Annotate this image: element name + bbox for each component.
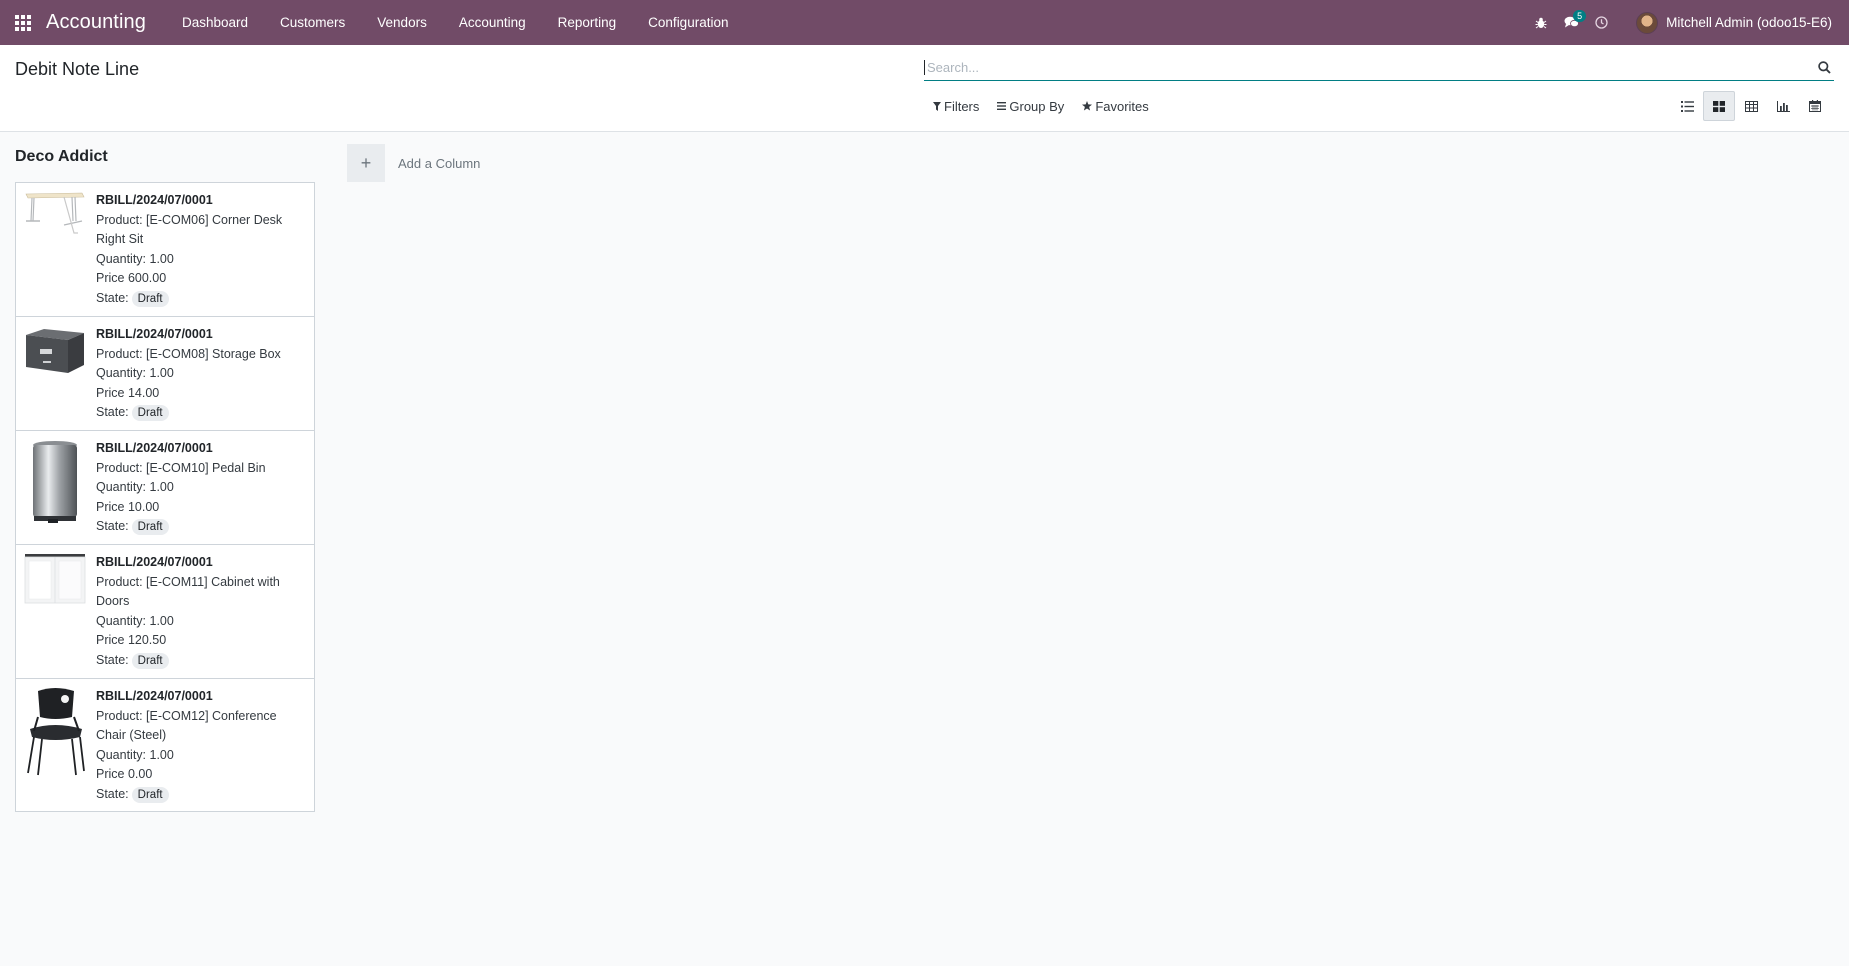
product-image-storage-box (24, 325, 86, 422)
state-label: State: (96, 290, 129, 305)
main-menu: Dashboard Customers Vendors Accounting R… (166, 0, 745, 45)
filters-label: Filters (944, 98, 980, 114)
product-image-desk (24, 191, 86, 308)
group-by-button[interactable]: Group By (988, 95, 1073, 117)
graph-view-button[interactable] (1767, 91, 1799, 121)
menu-customers[interactable]: Customers (264, 0, 361, 45)
column-title[interactable]: Deco Addict (15, 133, 315, 182)
avatar (1636, 11, 1659, 34)
state-label: State: (96, 786, 129, 801)
group-by-label: Group By (1009, 98, 1065, 114)
quantity: Quantity: 1.00 (96, 480, 174, 495)
calendar-icon (1809, 100, 1821, 112)
product-image-pedal-bin (24, 439, 86, 536)
price: Price 14.00 (96, 385, 160, 400)
add-column-button[interactable]: + (347, 144, 385, 182)
product-image-conference-chair (24, 687, 86, 803)
kanban-card[interactable]: RBILL/2024/07/0001 Product: [E-COM10] Pe… (15, 430, 315, 544)
menu-configuration[interactable]: Configuration (632, 0, 744, 45)
product-name: Product: [E-COM10] Pedal Bin (96, 460, 266, 475)
bug-icon (1535, 17, 1547, 28)
price: Price 10.00 (96, 499, 160, 514)
product-name: Product: [E-COM06] Corner Desk Right Sit (96, 212, 283, 247)
top-navbar: Accounting Dashboard Customers Vendors A… (0, 0, 1849, 45)
state-badge: Draft (131, 786, 169, 803)
price: Price 0.00 (96, 767, 153, 782)
apps-menu-button[interactable] (0, 0, 46, 45)
activities-button[interactable] (1586, 0, 1616, 45)
bar-chart-icon (1776, 100, 1790, 112)
state-badge: Draft (131, 519, 169, 536)
product-image-cabinet (24, 553, 86, 670)
debug-button[interactable] (1526, 0, 1556, 45)
star-icon (1082, 101, 1093, 111)
state-label: State: (96, 652, 129, 667)
app-brand[interactable]: Accounting (46, 11, 146, 34)
quantity: Quantity: 1.00 (96, 366, 174, 381)
search-icon (1817, 60, 1831, 74)
pivot-view-button[interactable] (1735, 91, 1767, 121)
search-input[interactable] (924, 59, 1814, 75)
kanban-card[interactable]: RBILL/2024/07/0001 Product: [E-COM06] Co… (15, 182, 315, 316)
page-title: Debit Note Line (15, 59, 140, 79)
search-options: Filters Group By Favorites (924, 95, 1158, 117)
bill-reference: RBILL/2024/07/0001 (96, 441, 213, 455)
user-name: Mitchell Admin (odoo15-E6) (1666, 15, 1832, 30)
bill-reference: RBILL/2024/07/0001 (96, 327, 213, 341)
message-count-badge: 5 (1573, 10, 1587, 22)
state-label: State: (96, 519, 129, 534)
quantity: Quantity: 1.00 (96, 251, 174, 266)
filter-icon (933, 101, 941, 111)
menu-accounting[interactable]: Accounting (443, 0, 542, 45)
user-menu[interactable]: Mitchell Admin (odoo15-E6) (1636, 11, 1832, 34)
kanban-column: Deco Addict RBILL/2024/07/0001 Product: … (15, 133, 315, 812)
filters-button[interactable]: Filters (924, 95, 988, 117)
kanban-card[interactable]: RBILL/2024/07/0001 Product: [E-COM11] Ca… (15, 544, 315, 678)
table-icon (1744, 100, 1758, 112)
menu-reporting[interactable]: Reporting (542, 0, 633, 45)
add-column[interactable]: + Add a Column (347, 144, 480, 182)
price: Price 120.50 (96, 633, 167, 648)
kanban-view-button[interactable] (1703, 91, 1735, 121)
price: Price 600.00 (96, 271, 167, 286)
menu-vendors[interactable]: Vendors (361, 0, 443, 45)
bill-reference: RBILL/2024/07/0001 (96, 689, 213, 703)
add-column-label[interactable]: Add a Column (398, 156, 480, 171)
clock-icon (1595, 16, 1608, 29)
bars-icon (997, 102, 1007, 110)
state-badge: Draft (131, 405, 169, 422)
control-panel: Debit Note Line Filters Group By Favorit… (0, 45, 1849, 132)
search-bar (924, 54, 1834, 81)
menu-dashboard[interactable]: Dashboard (166, 0, 264, 45)
view-switcher (1671, 91, 1831, 121)
product-name: Product: [E-COM08] Storage Box (96, 346, 281, 361)
kanban-view: Deco Addict RBILL/2024/07/0001 Product: … (0, 133, 1849, 966)
state-badge: Draft (131, 290, 169, 307)
product-name: Product: [E-COM11] Cabinet with Doors (96, 574, 280, 609)
bill-reference: RBILL/2024/07/0001 (96, 555, 213, 569)
bill-reference: RBILL/2024/07/0001 (96, 193, 213, 207)
state-label: State: (96, 405, 129, 420)
plus-icon: + (360, 152, 372, 173)
list-view-button[interactable] (1671, 91, 1703, 121)
favorites-label: Favorites (1095, 98, 1149, 114)
product-name: Product: [E-COM12] Conference Chair (Ste… (96, 708, 277, 743)
kanban-icon (1713, 100, 1725, 112)
state-badge: Draft (131, 652, 169, 669)
favorites-button[interactable]: Favorites (1073, 95, 1157, 117)
apps-grid-icon (15, 14, 31, 31)
messages-button[interactable]: 5 (1556, 0, 1587, 45)
search-button[interactable] (1814, 57, 1834, 77)
kanban-card[interactable]: RBILL/2024/07/0001 Product: [E-COM12] Co… (15, 678, 315, 812)
quantity: Quantity: 1.00 (96, 613, 174, 628)
list-icon (1680, 100, 1694, 112)
calendar-view-button[interactable] (1799, 91, 1831, 121)
kanban-card[interactable]: RBILL/2024/07/0001 Product: [E-COM08] St… (15, 316, 315, 430)
quantity: Quantity: 1.00 (96, 747, 174, 762)
